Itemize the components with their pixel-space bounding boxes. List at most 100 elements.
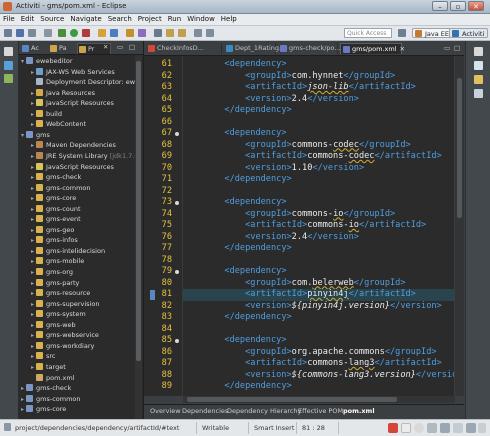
tray-more-icon[interactable]	[478, 423, 486, 433]
explorer-scroll-thumb[interactable]	[136, 61, 141, 361]
tree-item[interactable]: ▸ gms-common	[31, 183, 91, 193]
xml-code-editor[interactable]: <dependency> <groupId>com.hynnet</groupI…	[183, 56, 454, 396]
debug-icon[interactable]	[58, 29, 66, 37]
tree-item[interactable]: ▸ JavaScript Resources	[31, 98, 114, 108]
open-type-icon[interactable]	[126, 29, 134, 37]
editor-tab[interactable]: Dept_1Rating...	[224, 43, 285, 54]
menu-navigate[interactable]: Navigate	[67, 14, 104, 25]
perspective-java-ee[interactable]: Java EE	[412, 28, 454, 38]
editor-tab[interactable]: gms/pom.xml ✕	[340, 43, 405, 54]
maximize-view-icon[interactable]: □	[454, 44, 460, 52]
tree-item[interactable]: ▸ gms-geo	[31, 225, 74, 235]
close-window-button[interactable]: ✕	[468, 1, 484, 11]
run-icon[interactable]	[70, 29, 78, 37]
ime-mode-icon[interactable]	[401, 423, 411, 433]
quick-access-input[interactable]: Quick Access	[344, 28, 392, 38]
tree-item[interactable]: ▸ gms-supervision	[31, 299, 99, 309]
tree-item[interactable]: ▸ src	[31, 351, 56, 361]
restore-icon[interactable]	[4, 47, 13, 56]
settings-icon[interactable]	[466, 423, 476, 433]
print-icon[interactable]	[44, 29, 52, 37]
tree-item[interactable]: Deployment Descriptor: ew	[31, 77, 135, 87]
tree-item[interactable]: ▸ gms-core	[21, 404, 66, 414]
fold-toggle-icon[interactable]	[175, 132, 179, 136]
menu-run[interactable]: Run	[165, 14, 184, 25]
new-class-icon[interactable]	[110, 29, 118, 37]
console-icon[interactable]	[474, 89, 483, 98]
editor-tab[interactable]: CheckInfosD...	[146, 43, 222, 54]
menu-edit[interactable]: Edit	[18, 14, 38, 25]
pom-tab[interactable]: Effective POM	[298, 406, 343, 416]
tree-item[interactable]: ▸ gms-infos	[31, 235, 78, 245]
explorer-scrollbar[interactable]	[135, 55, 142, 419]
new-icon[interactable]	[4, 29, 12, 37]
tab-activiti-explorer[interactable]: Ac	[21, 43, 39, 53]
tree-item[interactable]: ▸ gms-core	[31, 193, 76, 203]
tree-item[interactable]: ▸ build	[31, 109, 62, 119]
tab-package-explorer[interactable]: Pa	[49, 43, 67, 53]
tree-item[interactable]: ▸ gms-resource	[31, 288, 90, 298]
restore-right-icon[interactable]	[474, 47, 483, 56]
pom-tab[interactable]: Dependencies	[182, 406, 228, 416]
menu-file[interactable]: File	[0, 14, 18, 25]
open-perspective-icon[interactable]	[398, 29, 406, 37]
tree-item[interactable]: ▸ gms-event	[31, 214, 81, 224]
fold-toggle-icon[interactable]	[175, 270, 179, 274]
tree-item[interactable]: ▾ gms	[21, 130, 50, 140]
forward-icon[interactable]	[206, 29, 214, 37]
pom-tab[interactable]: pom.xml	[343, 406, 375, 416]
maximize-view-icon[interactable]: □	[129, 43, 135, 51]
outline-icon[interactable]	[4, 61, 13, 70]
tree-item[interactable]: ▸ gms-system	[31, 309, 86, 319]
editor-vertical-scrollbar[interactable]	[455, 56, 464, 396]
tree-item[interactable]: ▸ Maven Dependencies	[31, 140, 116, 150]
editor-tab[interactable]: gms-check/po...	[278, 43, 341, 54]
menu-source[interactable]: Source	[37, 14, 67, 25]
minimize-button[interactable]: –	[432, 1, 448, 11]
tree-item[interactable]: ▸ gms-party	[31, 278, 79, 288]
run-external-icon[interactable]	[82, 29, 90, 37]
outline-view-icon[interactable]	[474, 61, 483, 70]
tree-item[interactable]: ▸ gms-common	[21, 394, 81, 404]
close-icon[interactable]: ✕	[400, 45, 405, 53]
tree-item[interactable]: ▸ target	[31, 362, 66, 372]
tree-item[interactable]: ▸ gms-check	[31, 172, 81, 182]
save-icon[interactable]	[16, 29, 24, 37]
tree-item[interactable]: ▸ gms-web	[31, 320, 76, 330]
editor-hscroll-thumb[interactable]	[187, 397, 397, 402]
save-all-icon[interactable]	[28, 29, 36, 37]
tools-icon[interactable]	[453, 423, 463, 433]
tree-item[interactable]: pom.xml	[31, 373, 75, 383]
minimize-view-icon[interactable]: ▭	[444, 44, 450, 52]
new-package-icon[interactable]	[98, 29, 106, 37]
tree-item[interactable]: ▸ JavaScript Resources	[31, 162, 114, 172]
menu-project[interactable]: Project	[135, 14, 165, 25]
back-icon[interactable]	[194, 29, 202, 37]
task-list-icon[interactable]	[474, 75, 483, 84]
input-method-icon[interactable]	[388, 423, 398, 433]
menu-help[interactable]: Help	[218, 14, 240, 25]
pom-tab[interactable]: Dependency Hierarchy	[227, 406, 301, 416]
annotation-next-icon[interactable]	[166, 29, 174, 37]
tree-item[interactable]: ▸ JAX-WS Web Services	[31, 67, 115, 77]
maximize-button[interactable]: ▫	[450, 1, 466, 11]
close-icon[interactable]: ✕	[103, 43, 108, 51]
tree-item[interactable]: ▸JRE System Library [jdk1.7.0	[31, 151, 135, 161]
tree-item[interactable]: ▸ gms-workdiary	[31, 341, 94, 351]
toggle-mark-icon[interactable]	[154, 29, 162, 37]
pom-tab[interactable]: Overview	[150, 406, 181, 416]
tree-item[interactable]: ▾ ewebeditor	[21, 56, 73, 66]
microphone-icon[interactable]	[427, 423, 437, 433]
tree-item[interactable]: ▸ gms-check	[21, 383, 71, 393]
fold-toggle-icon[interactable]	[175, 201, 179, 205]
editor-scroll-thumb[interactable]	[457, 78, 462, 218]
perspective-activiti[interactable]: Activiti	[449, 28, 489, 38]
ime-punctuation-icon[interactable]	[414, 423, 424, 433]
tree-item[interactable]: ▸ gms-mobile	[31, 256, 84, 266]
minimize-view-icon[interactable]: ▭	[117, 43, 123, 51]
tree-item[interactable]: ▸ Java Resources	[31, 88, 95, 98]
keyboard-icon[interactable]	[440, 423, 450, 433]
tree-item[interactable]: ▸ gms-org	[31, 267, 73, 277]
tree-item[interactable]: ▸ gms-count	[31, 204, 81, 214]
menu-window[interactable]: Window	[184, 14, 218, 25]
